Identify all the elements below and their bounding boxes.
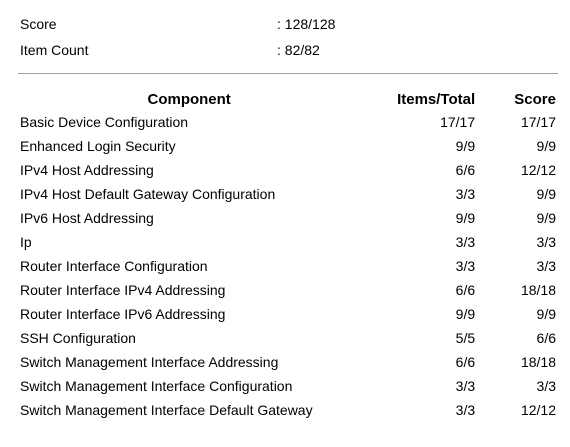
row-score: 18/18	[520, 282, 556, 298]
row-score: 12/12	[520, 162, 556, 178]
item-count-value: : 82/82	[277, 42, 320, 58]
score-row: Score : 128/128	[20, 14, 560, 40]
header-items-total: Items/Total	[397, 90, 476, 108]
row-score: 18/18	[520, 354, 556, 370]
row-items: 9/9	[455, 138, 476, 154]
table-row: Ip 3/3 3/3	[16, 230, 560, 254]
table-row: Switch Management Interface Configuratio…	[16, 374, 560, 398]
row-score: 9/9	[536, 138, 556, 154]
row-score: 17/17	[520, 114, 556, 130]
table-row: SSH Configuration 5/5 6/6	[16, 326, 560, 350]
summary-section: Score : 128/128 Item Count : 82/82	[20, 14, 560, 66]
divider	[18, 73, 558, 74]
table-row: Router Interface IPv4 Addressing 6/6 18/…	[16, 278, 560, 302]
row-items: 6/6	[455, 282, 476, 298]
row-items: 3/3	[455, 186, 476, 202]
row-items: 17/17	[440, 114, 476, 130]
row-items: 9/9	[455, 210, 476, 226]
table-row: Switch Management Interface Default Gate…	[16, 398, 560, 422]
row-items: 3/3	[455, 378, 476, 394]
row-items: 9/9	[455, 306, 476, 322]
table-row: Basic Device Configuration 17/17 17/17	[16, 110, 560, 134]
header-component: Component	[147, 90, 231, 108]
row-component: Switch Management Interface Default Gate…	[20, 402, 313, 418]
row-component: Switch Management Interface Configuratio…	[20, 378, 293, 394]
row-items: 3/3	[455, 234, 476, 250]
row-component: Enhanced Login Security	[20, 138, 176, 154]
header-score: Score	[514, 90, 556, 108]
table-row: IPv6 Host Addressing 9/9 9/9	[16, 206, 560, 230]
row-items: 6/6	[455, 354, 476, 370]
row-component: IPv4 Host Default Gateway Configuration	[20, 186, 276, 202]
row-score: 3/3	[536, 378, 556, 394]
row-score: 6/6	[536, 330, 556, 346]
table-row: Router Interface Configuration 3/3 3/3	[16, 254, 560, 278]
row-score: 9/9	[536, 210, 556, 226]
table-row: Router Interface IPv6 Addressing 9/9 9/9	[16, 302, 560, 326]
row-items: 3/3	[455, 258, 476, 274]
item-count-label: Item Count	[20, 42, 89, 58]
row-component: IPv6 Host Addressing	[20, 210, 154, 226]
row-score: 9/9	[536, 186, 556, 202]
row-score: 12/12	[520, 402, 556, 418]
row-component: Basic Device Configuration	[20, 114, 189, 130]
table-row: Enhanced Login Security 9/9 9/9	[16, 134, 560, 158]
table-header-row: Component Items/Total Score	[16, 88, 560, 110]
table-row: Switch Management Interface Addressing 6…	[16, 350, 560, 374]
results-table: Component Items/Total Score Basic Device…	[16, 88, 560, 422]
row-component: Switch Management Interface Addressing	[20, 354, 279, 370]
row-component: IPv4 Host Addressing	[20, 162, 154, 178]
score-label: Score	[20, 16, 57, 32]
row-items: 3/3	[455, 402, 476, 418]
row-component: Router Interface IPv4 Addressing	[20, 282, 226, 298]
score-value: : 128/128	[277, 16, 336, 32]
row-score: 9/9	[536, 306, 556, 322]
row-component: Router Interface Configuration	[20, 258, 208, 274]
row-items: 5/5	[455, 330, 476, 346]
row-component: Ip	[20, 234, 32, 250]
row-items: 6/6	[455, 162, 476, 178]
item-count-row: Item Count : 82/82	[20, 40, 560, 66]
row-component: Router Interface IPv6 Addressing	[20, 306, 226, 322]
row-component: SSH Configuration	[20, 330, 136, 346]
table-row: IPv4 Host Addressing 6/6 12/12	[16, 158, 560, 182]
table-row: IPv4 Host Default Gateway Configuration …	[16, 182, 560, 206]
row-score: 3/3	[536, 234, 556, 250]
row-score: 3/3	[536, 258, 556, 274]
